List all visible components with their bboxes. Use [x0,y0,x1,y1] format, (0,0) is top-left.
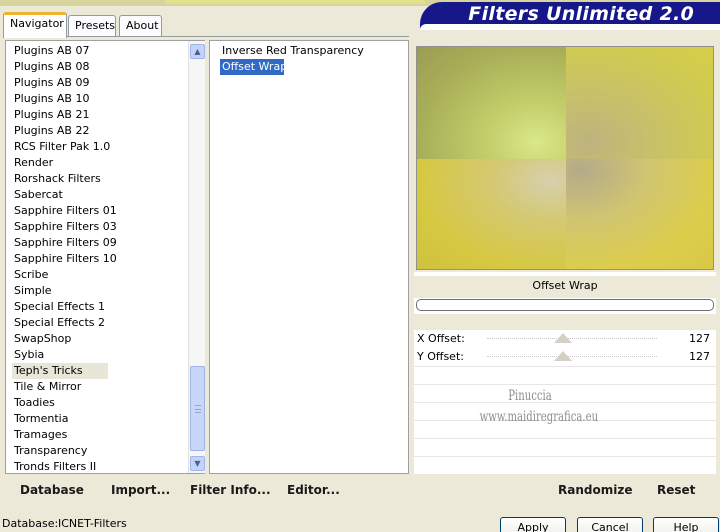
database-button[interactable]: Database [20,483,84,497]
scroll-down-icon[interactable]: ▼ [190,456,205,471]
y-offset-value: 127 [689,350,710,363]
category-list: Plugins AB 07 Plugins AB 08 Plugins AB 0… [12,43,119,475]
category-item[interactable]: Simple [12,283,119,299]
filter-item[interactable]: Inverse Red Transparency [220,43,366,59]
category-item[interactable]: Tramages [12,427,119,443]
slider-thumb-icon[interactable] [554,351,572,361]
category-item[interactable]: Special Effects 1 [12,299,119,315]
category-item[interactable]: Toadies [12,395,119,411]
preview-image [416,46,714,270]
param-row-divider [414,366,716,367]
category-item[interactable]: Plugins AB 10 [12,91,119,107]
category-item[interactable]: Sapphire Filters 10 [12,251,119,267]
filter-item-selected[interactable]: Offset Wrap [220,59,287,75]
category-item[interactable]: Tormentia [12,411,119,427]
tab-about[interactable]: About [119,15,162,37]
preview-quadrant [417,47,566,159]
category-item[interactable]: Sapphire Filters 01 [12,203,119,219]
preview-quadrant [566,47,713,159]
category-item[interactable]: Plugins AB 09 [12,75,119,91]
params-separator [414,314,716,330]
category-item[interactable]: Render [12,155,119,171]
banner-title: Filters Unlimited 2.0 [468,3,694,25]
help-button[interactable]: Help [653,517,719,532]
progress-bar [416,299,714,311]
status-label: Database: [2,517,59,530]
category-item[interactable]: Tronds Filters II [12,459,119,475]
x-offset-param[interactable]: X Offset: 127 [414,330,716,348]
banner: Filters Unlimited 2.0 [420,2,720,30]
y-offset-param[interactable]: Y Offset: 127 [414,348,716,366]
category-item[interactable]: Transparency [12,443,119,459]
tab-presets[interactable]: Presets [68,15,116,37]
scroll-up-icon[interactable]: ▲ [190,44,205,59]
category-item[interactable]: Rorshack Filters [12,171,119,187]
filter-info-button[interactable]: Filter Info... [190,483,271,497]
category-item[interactable]: Sapphire Filters 09 [12,235,119,251]
category-item[interactable]: Sybia [12,347,119,363]
x-offset-value: 127 [689,332,710,345]
bottom-toolbar-left: Database Import... Filter Info... Editor… [5,476,409,502]
bottom-toolbar-right: Randomize Reset [414,476,716,502]
x-offset-label: X Offset: [417,332,465,345]
category-item[interactable]: Scribe [12,267,119,283]
slider-track[interactable] [487,356,657,357]
apply-button[interactable]: Apply [500,517,566,532]
filter-list: Inverse Red Transparency Offset Wrap [220,43,366,75]
category-scrollbar[interactable]: ▲ ▼ [188,41,205,473]
reset-button[interactable]: Reset [657,483,695,497]
y-offset-label: Y Offset: [417,350,464,363]
watermark-line: www.maidiregrafica.eu [479,409,599,425]
category-item[interactable]: SwapShop [12,331,119,347]
category-item[interactable]: RCS Filter Pak 1.0 [12,139,119,155]
category-item[interactable]: Sapphire Filters 03 [12,219,119,235]
category-item[interactable]: Plugins AB 21 [12,107,119,123]
category-item[interactable]: Plugins AB 22 [12,123,119,139]
editor-button[interactable]: Editor... [287,483,340,497]
category-item[interactable]: Special Effects 2 [12,315,119,331]
cancel-button[interactable]: Cancel [577,517,643,532]
preview-quadrant [417,159,566,269]
tab-navigator[interactable]: Navigator [3,12,67,38]
scroll-thumb[interactable] [190,366,205,451]
slider-thumb-icon[interactable] [554,333,572,343]
category-item[interactable]: Sabercat [12,187,119,203]
category-list-panel: Plugins AB 07 Plugins AB 08 Plugins AB 0… [5,40,205,474]
filter-name-label: Offset Wrap [414,276,716,298]
grip-icon [195,405,201,413]
top-strip-highlight [165,0,425,4]
watermark: Pinuccia www.maidiregrafica.eu [479,386,599,428]
randomize-button[interactable]: Randomize [558,483,632,497]
param-row-divider [414,456,716,457]
slider-track[interactable] [487,338,657,339]
category-item[interactable]: Plugins AB 07 [12,43,119,59]
import-button[interactable]: Import... [111,483,170,497]
preview-quadrant [566,159,713,269]
category-item-selected[interactable]: Teph's Tricks [12,363,108,379]
category-item[interactable]: Plugins AB 08 [12,59,119,75]
filter-list-panel: Inverse Red Transparency Offset Wrap [209,40,409,474]
param-row-divider [414,384,716,385]
status-value: ICNET-Filters [58,517,127,530]
watermark-line: Pinuccia [508,388,552,404]
category-item[interactable]: Tile & Mirror [12,379,119,395]
param-row-divider [414,438,716,439]
